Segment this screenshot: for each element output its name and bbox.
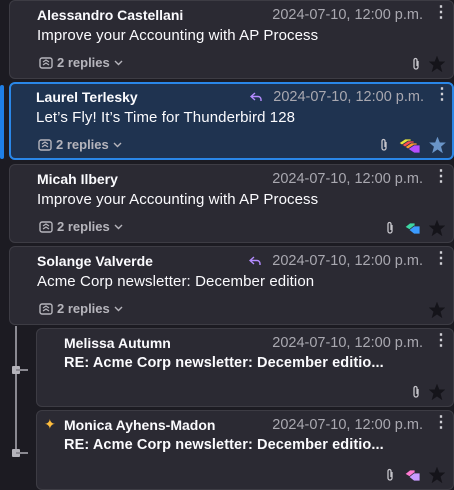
sender-name: Micah Ilbery xyxy=(37,171,118,187)
message-date: 2024-07-10, 12:00 p.m. xyxy=(272,253,423,269)
attachment-icon xyxy=(413,385,419,398)
thread-connector xyxy=(15,326,17,454)
menu-kebab-icon[interactable]: ⋮ xyxy=(433,332,449,350)
star-icon[interactable] xyxy=(429,137,446,153)
message-card[interactable]: Alessandro Castellani 2024-07-10, 12:00 … xyxy=(9,0,454,79)
star-icon[interactable] xyxy=(429,220,445,236)
chevron-down-icon xyxy=(114,224,123,229)
replies-count: 2 replies xyxy=(56,137,109,152)
attachment-icon xyxy=(387,468,393,481)
message-date: 2024-07-10, 12:00 p.m. xyxy=(272,417,423,433)
message-subject: RE: Acme Corp newsletter: December editi… xyxy=(64,355,384,371)
replies-icon xyxy=(38,138,52,151)
message-date: 2024-07-10, 12:00 p.m. xyxy=(273,89,424,105)
replies-icon xyxy=(39,220,53,233)
selection-indicator xyxy=(0,85,4,159)
replies-icon xyxy=(39,302,53,315)
sender-name: Alessandro Castellani xyxy=(37,7,184,23)
star-icon[interactable] xyxy=(429,56,445,72)
message-date: 2024-07-10, 12:00 p.m. xyxy=(272,335,423,351)
tag-icon xyxy=(398,138,421,153)
sender-name: Solange Valverde xyxy=(37,253,153,269)
new-sparkle-icon: ✦ xyxy=(44,416,56,432)
message-subject: Improve your Accounting with AP Process xyxy=(37,191,319,208)
replied-arrow-icon xyxy=(250,92,262,101)
message-subject: Improve your Accounting with AP Process xyxy=(37,27,319,44)
star-icon[interactable] xyxy=(429,384,445,400)
sender-name: Melissa Autumn xyxy=(64,335,171,351)
message-date: 2024-07-10, 12:00 p.m. xyxy=(272,7,423,23)
sender-name: Laurel Terlesky xyxy=(36,89,138,105)
attachment-icon xyxy=(387,221,393,234)
message-card[interactable]: Micah Ilbery 2024-07-10, 12:00 p.m. ⋮ Im… xyxy=(9,164,454,243)
replies-toggle[interactable]: 2 replies xyxy=(38,137,122,152)
replied-arrow-icon xyxy=(249,256,261,265)
message-card[interactable]: Solange Valverde 2024-07-10, 12:00 p.m. … xyxy=(9,246,454,325)
menu-kebab-icon[interactable]: ⋮ xyxy=(433,168,449,186)
star-icon[interactable] xyxy=(429,302,445,318)
message-card-selected[interactable]: Laurel Terlesky 2024-07-10, 12:00 p.m. ⋮… xyxy=(9,82,454,160)
chevron-down-icon xyxy=(114,60,123,65)
replies-toggle[interactable]: 2 replies xyxy=(39,219,123,234)
replies-icon xyxy=(39,56,53,69)
tag-icon xyxy=(404,469,421,482)
attachment-icon xyxy=(413,57,419,70)
menu-kebab-icon[interactable]: ⋮ xyxy=(433,250,449,268)
replies-toggle[interactable]: 2 replies xyxy=(39,301,123,316)
replies-count: 2 replies xyxy=(57,301,110,316)
message-subject: Let’s Fly! It’s Time for Thunderbird 128 xyxy=(36,109,296,126)
sender-name: Monica Ayhens-Madon xyxy=(64,417,216,433)
replies-count: 2 replies xyxy=(57,55,110,70)
message-subject: RE: Acme Corp newsletter: December editi… xyxy=(64,437,384,453)
reply-card[interactable]: ✦ Monica Ayhens-Madon 2024-07-10, 12:00 … xyxy=(36,410,454,490)
replies-toggle[interactable]: 2 replies xyxy=(39,55,123,70)
chevron-down-icon xyxy=(114,306,123,311)
chevron-down-icon xyxy=(113,142,122,147)
replies-count: 2 replies xyxy=(57,219,110,234)
thread-branch xyxy=(16,369,28,371)
tag-icon xyxy=(404,222,421,235)
thread-branch xyxy=(16,452,28,454)
menu-kebab-icon[interactable]: ⋮ xyxy=(434,86,450,104)
star-icon[interactable] xyxy=(429,467,445,483)
menu-kebab-icon[interactable]: ⋮ xyxy=(433,414,449,432)
message-date: 2024-07-10, 12:00 p.m. xyxy=(272,171,423,187)
menu-kebab-icon[interactable]: ⋮ xyxy=(433,4,449,22)
attachment-icon xyxy=(381,138,387,151)
message-subject: Acme Corp newsletter: December edition xyxy=(37,273,315,290)
reply-card[interactable]: Melissa Autumn 2024-07-10, 12:00 p.m. ⋮ … xyxy=(36,328,454,407)
